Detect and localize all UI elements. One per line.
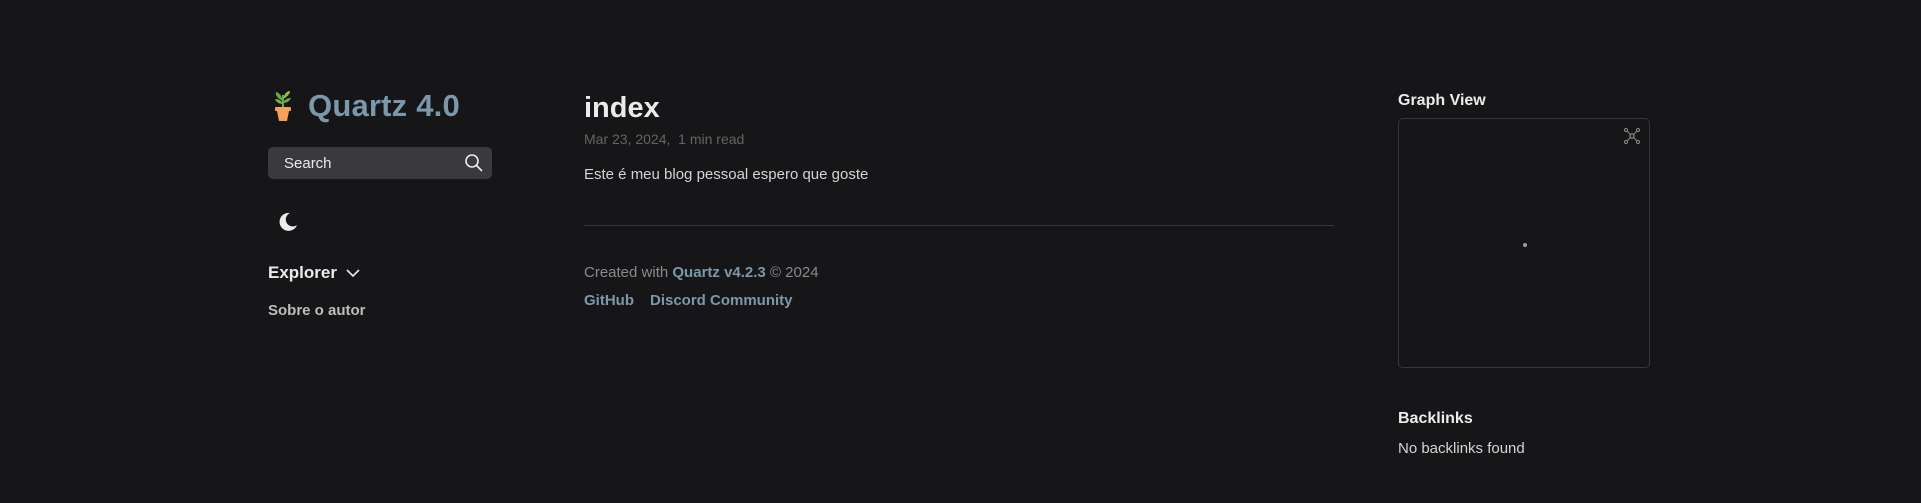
graph-node[interactable]	[1523, 243, 1527, 247]
search-icon	[465, 154, 483, 172]
chevron-down-icon	[346, 269, 360, 278]
site-title-text[interactable]: Quartz 4.0	[308, 88, 460, 124]
right-sidebar: Graph View Backlinks No backlinks found	[1398, 92, 1650, 457]
quartz-link[interactable]: Quartz v4.2.3	[672, 264, 765, 281]
site-title[interactable]: Quartz 4.0	[268, 88, 492, 124]
article-body: Este é meu blog pessoal espero que goste	[584, 166, 869, 183]
backlinks-section: Backlinks No backlinks found	[1398, 410, 1650, 457]
backlinks-empty-text: No backlinks found	[1398, 440, 1525, 457]
copyright-text: © 2024	[769, 264, 819, 281]
article-center: index Mar 23, 2024, 1 min read Este é me…	[584, 92, 1334, 309]
footer-links: GitHub Discord Community	[584, 292, 1334, 309]
graph-view[interactable]	[1398, 118, 1650, 368]
graph-view-title: Graph View	[1398, 92, 1486, 109]
github-link[interactable]: GitHub	[584, 292, 634, 309]
article-meta: Mar 23, 2024, 1 min read	[584, 131, 1334, 147]
left-sidebar: Quartz 4.0 Search Explorer Sobre o autor	[268, 88, 492, 319]
explorer-toggle[interactable]: Explorer	[268, 263, 492, 283]
global-graph-icon[interactable]	[1623, 127, 1641, 145]
meta-separator: ,	[666, 131, 679, 147]
discord-community-link[interactable]: Discord Community	[650, 292, 793, 309]
moon-icon[interactable]	[276, 210, 300, 234]
explorer-item-sobre-o-autor[interactable]: Sobre o autor	[268, 302, 492, 319]
footer-credit: Created with Quartz v4.2.3 © 2024	[584, 264, 1334, 281]
article-date: Mar 23, 2024	[584, 131, 667, 147]
created-with-text: Created with	[584, 264, 669, 281]
search-label: Search	[284, 154, 332, 172]
search-button[interactable]: Search	[268, 147, 492, 179]
footer-divider	[584, 225, 1334, 226]
explorer-title: Explorer	[268, 263, 337, 282]
reading-time: 1 min read	[678, 131, 745, 147]
backlinks-title: Backlinks	[1398, 410, 1473, 427]
potted-plant-icon	[275, 91, 291, 121]
article-title: index	[584, 92, 660, 124]
